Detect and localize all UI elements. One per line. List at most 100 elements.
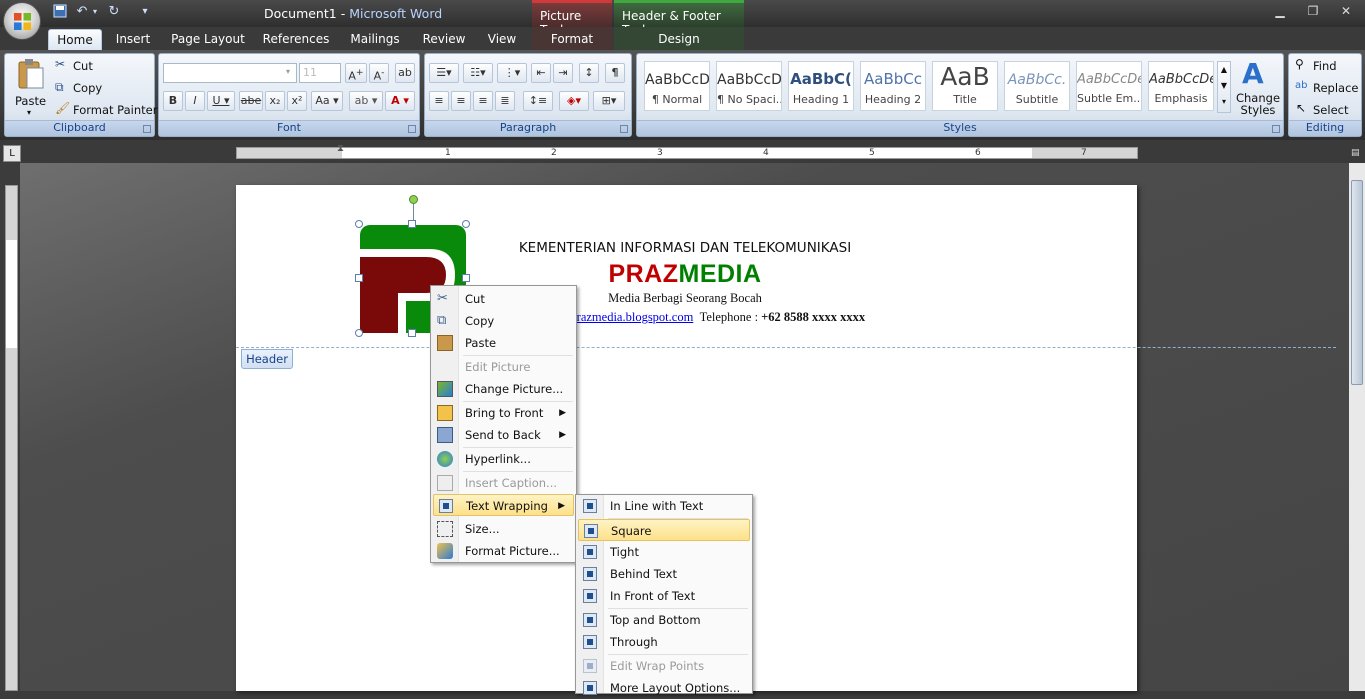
cut-button[interactable]: ✂ Cut bbox=[55, 57, 135, 75]
restore-icon[interactable]: ❐ bbox=[1303, 4, 1323, 20]
style-heading-1[interactable]: AaBbC(Heading 1 bbox=[788, 61, 854, 111]
wrap-top-and-bottom[interactable]: Top and Bottom bbox=[578, 609, 750, 631]
bullets-icon[interactable]: ☰▾ bbox=[429, 63, 459, 83]
style-emphasis[interactable]: AaBbCcDe Emphasis bbox=[1148, 61, 1214, 111]
wrap-in-line-with-text[interactable]: In Line with Text bbox=[578, 495, 750, 517]
window-title: Document1 - Microsoft Word bbox=[264, 6, 443, 21]
style-title[interactable]: AaB Title bbox=[932, 61, 998, 111]
copy-button[interactable]: ⧉ Copy bbox=[55, 79, 135, 97]
style-normal[interactable]: AaBbCcDc ¶ Normal bbox=[644, 61, 710, 111]
sort-icon[interactable]: ↕ bbox=[579, 63, 599, 83]
undo-dropdown-icon[interactable]: ▾ bbox=[91, 4, 99, 20]
resize-handle-s[interactable] bbox=[408, 329, 416, 337]
decrease-indent-icon[interactable]: ⇤ bbox=[531, 63, 551, 83]
line-spacing-icon[interactable]: ↕≡ bbox=[523, 91, 553, 111]
find-button[interactable]: ⚲ Find bbox=[1295, 57, 1361, 75]
justify-icon[interactable]: ≣ bbox=[495, 91, 515, 111]
wrap-more-layout-options[interactable]: More Layout Options... bbox=[578, 677, 750, 699]
change-styles-button[interactable]: A Change Styles bbox=[1236, 57, 1280, 119]
view-ruler-icon[interactable]: ▤ bbox=[1351, 148, 1363, 160]
wrap-through[interactable]: Through bbox=[578, 631, 750, 653]
multilevel-list-icon[interactable]: ⋮▾ bbox=[497, 63, 527, 83]
paragraph-dialog-launcher[interactable] bbox=[620, 125, 628, 133]
tab-view[interactable]: View bbox=[480, 29, 524, 50]
style-heading-2[interactable]: AaBbCc Heading 2 bbox=[860, 61, 926, 111]
menu-item-text-wrapping[interactable]: Text Wrapping ▶ bbox=[433, 494, 574, 516]
resize-handle-nw[interactable] bbox=[355, 220, 363, 228]
menu-item-format-picture[interactable]: Format Picture... bbox=[433, 540, 574, 562]
style-no-spacing[interactable]: AaBbCcDc ¶ No Spaci... bbox=[716, 61, 782, 111]
resize-handle-w[interactable] bbox=[355, 274, 363, 282]
website-link[interactable]: ://prazmedia.blogspot.com bbox=[560, 310, 693, 324]
tab-mailings[interactable]: Mailings bbox=[342, 29, 408, 50]
strikethrough-icon[interactable]: abe bbox=[239, 91, 263, 111]
font-color-icon[interactable]: A ▾ bbox=[385, 91, 415, 111]
align-left-icon[interactable]: ≡ bbox=[429, 91, 449, 111]
shrink-font-icon[interactable]: A- bbox=[369, 63, 389, 83]
bold-icon[interactable]: B bbox=[163, 91, 183, 111]
font-name-dropdown-icon[interactable]: ▾ bbox=[286, 67, 290, 76]
highlight-icon[interactable]: ab ▾ bbox=[349, 91, 383, 111]
resize-handle-sw[interactable] bbox=[355, 329, 363, 337]
redo-icon[interactable]: ↻ bbox=[106, 4, 122, 20]
styles-gallery-scroll-icon[interactable]: ▲ ▼ ▾ bbox=[1217, 61, 1231, 113]
grow-font-icon[interactable]: A+ bbox=[345, 63, 367, 83]
tab-format[interactable]: Format bbox=[532, 29, 612, 50]
underline-icon[interactable]: U ▾ bbox=[207, 91, 235, 111]
close-icon[interactable]: ✕ bbox=[1336, 4, 1356, 20]
office-button[interactable] bbox=[3, 2, 41, 40]
header-footer-tools-label: Header & Footer Tools bbox=[614, 0, 744, 37]
shading-icon[interactable]: ◈▾ bbox=[559, 91, 589, 111]
resize-handle-n[interactable] bbox=[408, 220, 416, 228]
italic-icon[interactable]: I bbox=[185, 91, 205, 111]
tab-design[interactable]: Design bbox=[614, 29, 744, 50]
tab-page-layout[interactable]: Page Layout bbox=[166, 29, 250, 50]
superscript-icon[interactable]: x² bbox=[287, 91, 307, 111]
tab-review[interactable]: Review bbox=[416, 29, 472, 50]
tab-selector-icon[interactable]: L bbox=[3, 145, 21, 162]
menu-item-change-picture[interactable]: Change Picture... bbox=[433, 378, 574, 400]
menu-item-bring-to-front[interactable]: Bring to Front ▶ bbox=[433, 402, 574, 424]
style-subtitle[interactable]: AaBbCc. Subtitle bbox=[1004, 61, 1070, 111]
tab-references[interactable]: References bbox=[258, 29, 334, 50]
borders-icon[interactable]: ⊞▾ bbox=[593, 91, 625, 111]
menu-item-cut[interactable]: ✂ Cut bbox=[433, 288, 574, 310]
font-name-field[interactable] bbox=[163, 63, 297, 83]
scrollbar-thumb[interactable] bbox=[1351, 180, 1363, 385]
resize-handle-ne[interactable] bbox=[462, 220, 470, 228]
align-center-icon[interactable]: ≡ bbox=[451, 91, 471, 111]
change-case-icon[interactable]: Aa ▾ bbox=[311, 91, 343, 111]
rotate-handle[interactable] bbox=[409, 195, 418, 204]
align-right-icon[interactable]: ≡ bbox=[473, 91, 493, 111]
tab-home[interactable]: Home bbox=[48, 29, 102, 50]
style-subtle-emphasis[interactable]: AaBbCcDe Subtle Em... bbox=[1076, 61, 1142, 111]
minimize-icon[interactable]: ▁ bbox=[1270, 4, 1290, 20]
customize-qat-icon[interactable]: ▾ bbox=[137, 4, 153, 20]
paste-button[interactable]: Paste ▾ bbox=[9, 56, 51, 118]
font-dialog-launcher[interactable] bbox=[408, 125, 416, 133]
font-size-field[interactable]: 11 bbox=[299, 63, 341, 83]
indent-marker-icon[interactable]: ⧗ bbox=[337, 143, 344, 154]
clear-formatting-icon[interactable]: ab bbox=[395, 63, 415, 83]
replace-button[interactable]: ab Replace bbox=[1295, 79, 1361, 97]
format-painter-button[interactable]: 🖌 Format Painter bbox=[55, 101, 157, 119]
subscript-icon[interactable]: x₂ bbox=[265, 91, 285, 111]
styles-dialog-launcher[interactable] bbox=[1272, 125, 1280, 133]
wrap-in-front-of-text[interactable]: In Front of Text bbox=[578, 585, 750, 607]
menu-item-size[interactable]: Size... bbox=[433, 518, 574, 540]
menu-item-copy[interactable]: ⧉ Copy bbox=[433, 310, 574, 332]
select-button[interactable]: ↖ Select bbox=[1295, 101, 1361, 119]
menu-item-paste[interactable]: Paste bbox=[433, 332, 574, 354]
wrap-tight[interactable]: Tight bbox=[578, 541, 750, 563]
menu-item-hyperlink[interactable]: Hyperlink... bbox=[433, 448, 574, 470]
undo-icon[interactable]: ↶ bbox=[74, 4, 90, 20]
menu-item-send-to-back[interactable]: Send to Back ▶ bbox=[433, 424, 574, 446]
save-icon[interactable] bbox=[52, 4, 68, 20]
tab-insert[interactable]: Insert bbox=[108, 29, 158, 50]
wrap-behind-text[interactable]: Behind Text bbox=[578, 563, 750, 585]
wrap-square[interactable]: Square bbox=[578, 519, 750, 541]
numbering-icon[interactable]: ☷▾ bbox=[463, 63, 493, 83]
clipboard-dialog-launcher[interactable] bbox=[143, 125, 151, 133]
increase-indent-icon[interactable]: ⇥ bbox=[553, 63, 573, 83]
show-marks-icon[interactable]: ¶ bbox=[605, 63, 625, 83]
